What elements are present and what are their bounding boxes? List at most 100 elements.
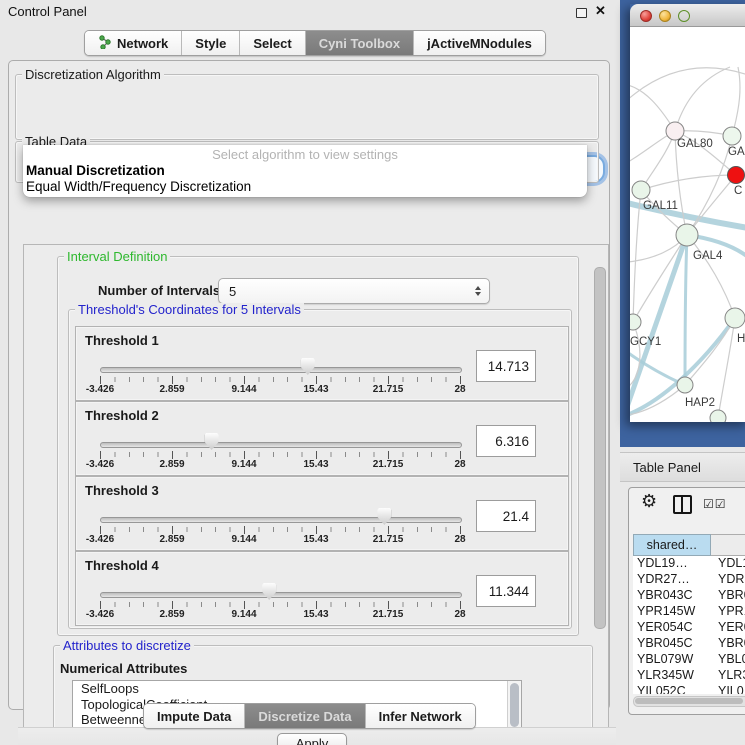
cell-shared-name: YBR043C — [633, 588, 712, 604]
network-node[interactable] — [710, 410, 726, 422]
cell-name: YBR0 — [712, 588, 745, 604]
network-node-h[interactable] — [725, 308, 745, 328]
network-node-label: GA — [728, 146, 745, 158]
column-header-name[interactable]: na — [711, 534, 745, 556]
gear-icon[interactable]: ⚙ — [641, 491, 657, 512]
close-icon[interactable]: ✕ — [595, 3, 606, 19]
close-traffic-light-icon[interactable] — [640, 10, 652, 22]
interval-definition-label: Interval Definition — [64, 250, 170, 263]
dropdown-option-manual-discretization[interactable]: Manual Discretization — [23, 163, 587, 179]
slider-track[interactable] — [100, 442, 462, 448]
table-row[interactable]: YDR27…YDR2 — [633, 572, 745, 588]
slider-ticks — [100, 602, 461, 607]
major-tick — [100, 451, 101, 459]
table-row[interactable]: YIL052CYIL0 — [633, 684, 745, 694]
tick-label: 15.43 — [303, 459, 328, 470]
network-node-label: GCY1 — [630, 336, 661, 348]
dropdown-prompt: Select algorithm to view settings — [23, 147, 587, 163]
num-intervals-combobox[interactable]: 5 — [218, 278, 490, 304]
table-hscrollbar[interactable] — [633, 696, 745, 707]
apply-button[interactable]: Apply — [277, 733, 347, 745]
network-node-gal11[interactable] — [632, 181, 650, 199]
major-tick — [460, 601, 461, 609]
tick-label: -3.426 — [86, 534, 114, 545]
table-row[interactable]: YPR145WYPR1 — [633, 604, 745, 620]
tab-label: Select — [253, 36, 291, 51]
network-node-ga[interactable] — [723, 127, 741, 145]
network-graph: GAL80GACGAL11GAL4GCY1HHAP2 — [630, 27, 745, 422]
float-window-icon[interactable] — [576, 8, 587, 18]
viewport-scrollbar[interactable] — [594, 267, 606, 629]
tab-select[interactable]: Select — [239, 31, 304, 55]
table-rows: YDL19…YDL1YDR27…YDR2YBR043CYBR0YPR145WYP… — [633, 556, 745, 694]
network-window: GAL80GACGAL11GAL4GCY1HHAP2 — [630, 4, 745, 422]
network-node-label: H — [737, 333, 745, 345]
slider-track[interactable] — [100, 367, 462, 373]
network-nodes: GAL80GACGAL11GAL4GCY1HHAP2 — [630, 122, 745, 422]
major-tick — [316, 451, 317, 459]
network-icon — [98, 35, 112, 52]
major-tick — [388, 451, 389, 459]
network-node-c[interactable] — [728, 167, 745, 184]
cell-shared-name: YDR27… — [633, 572, 712, 588]
tab-impute-data[interactable]: Impute Data — [144, 704, 244, 728]
major-tick — [100, 376, 101, 384]
minimize-traffic-light-icon[interactable] — [659, 10, 671, 22]
split-columns-icon[interactable] — [673, 495, 692, 514]
threshold-value-field[interactable]: 6.316 — [476, 425, 536, 457]
tab-label: Infer Network — [379, 709, 462, 724]
table-row[interactable]: YBR045CYBR0 — [633, 636, 745, 652]
checkboxes-icon[interactable]: ☑☑ — [703, 497, 727, 511]
major-tick — [460, 451, 461, 459]
threshold-value-field[interactable]: 21.4 — [476, 500, 536, 532]
table-row[interactable]: YER054CYER0 — [633, 620, 745, 636]
threshold-value-field[interactable]: 14.713 — [476, 350, 536, 382]
table-header-row: shared… na — [633, 534, 745, 556]
table-row[interactable]: YBR043CYBR0 — [633, 588, 745, 604]
tab-jactivemnodules[interactable]: jActiveMNodules — [413, 31, 545, 55]
tick-label: 28 — [454, 534, 465, 545]
network-node-label: C — [734, 185, 742, 197]
tab-network[interactable]: Network — [85, 31, 181, 55]
major-tick — [244, 451, 245, 459]
major-tick — [316, 376, 317, 384]
column-header-shared[interactable]: shared… — [633, 534, 711, 556]
tab-style[interactable]: Style — [181, 31, 239, 55]
network-node-gcy1[interactable] — [630, 314, 641, 330]
major-tick — [388, 601, 389, 609]
table-row[interactable]: YBL079WYBL0 — [633, 652, 745, 668]
threshold-panel: Threshold 3-3.4262.8599.14415.4321.71528… — [75, 476, 569, 551]
network-canvas[interactable]: GAL80GACGAL11GAL4GCY1HHAP2 — [630, 27, 745, 422]
tick-label: -3.426 — [86, 384, 114, 395]
tab-discretize-data[interactable]: Discretize Data — [244, 704, 364, 728]
network-node-gal4[interactable] — [676, 224, 698, 246]
dropdown-option-equal-width-frequency-discretization[interactable]: Equal Width/Frequency Discretization — [23, 179, 587, 195]
tick-label: 28 — [454, 609, 465, 620]
cell-name: YBR0 — [712, 636, 745, 652]
cell-shared-name: YLR345W — [633, 668, 712, 684]
slider-track[interactable] — [100, 592, 462, 598]
major-tick — [244, 376, 245, 384]
bottom-tab-bar: Impute DataDiscretize Data Infer Network — [143, 703, 476, 729]
major-tick — [100, 601, 101, 609]
tab-infer-network[interactable]: Infer Network — [365, 704, 475, 728]
table-panel-titlebar: Table Panel — [620, 452, 745, 482]
attributes-scrollbar[interactable] — [507, 681, 521, 728]
cell-shared-name: YER054C — [633, 620, 712, 636]
tick-label: 2.859 — [159, 609, 184, 620]
tab-cyni-toolbox[interactable]: Cyni Toolbox — [305, 31, 413, 55]
tab-label: jActiveMNodules — [427, 36, 532, 51]
table-row[interactable]: YDL19…YDL1 — [633, 556, 745, 572]
table-row[interactable]: YLR345WYLR3 — [633, 668, 745, 684]
network-node-hap2[interactable] — [677, 377, 693, 393]
attribute-item-selfloops[interactable]: SelfLoops — [73, 681, 521, 697]
slider-track[interactable] — [100, 517, 462, 523]
attributes-group-label: Attributes to discretize — [60, 639, 194, 652]
major-tick — [172, 601, 173, 609]
thresholds-group-label: Threshold's Coordinates for 5 Intervals — [75, 303, 304, 316]
tick-label: 15.43 — [303, 384, 328, 395]
zoom-traffic-light-icon[interactable] — [678, 10, 690, 22]
major-tick — [100, 526, 101, 534]
major-tick — [172, 451, 173, 459]
threshold-value-field[interactable]: 11.344 — [476, 575, 536, 607]
